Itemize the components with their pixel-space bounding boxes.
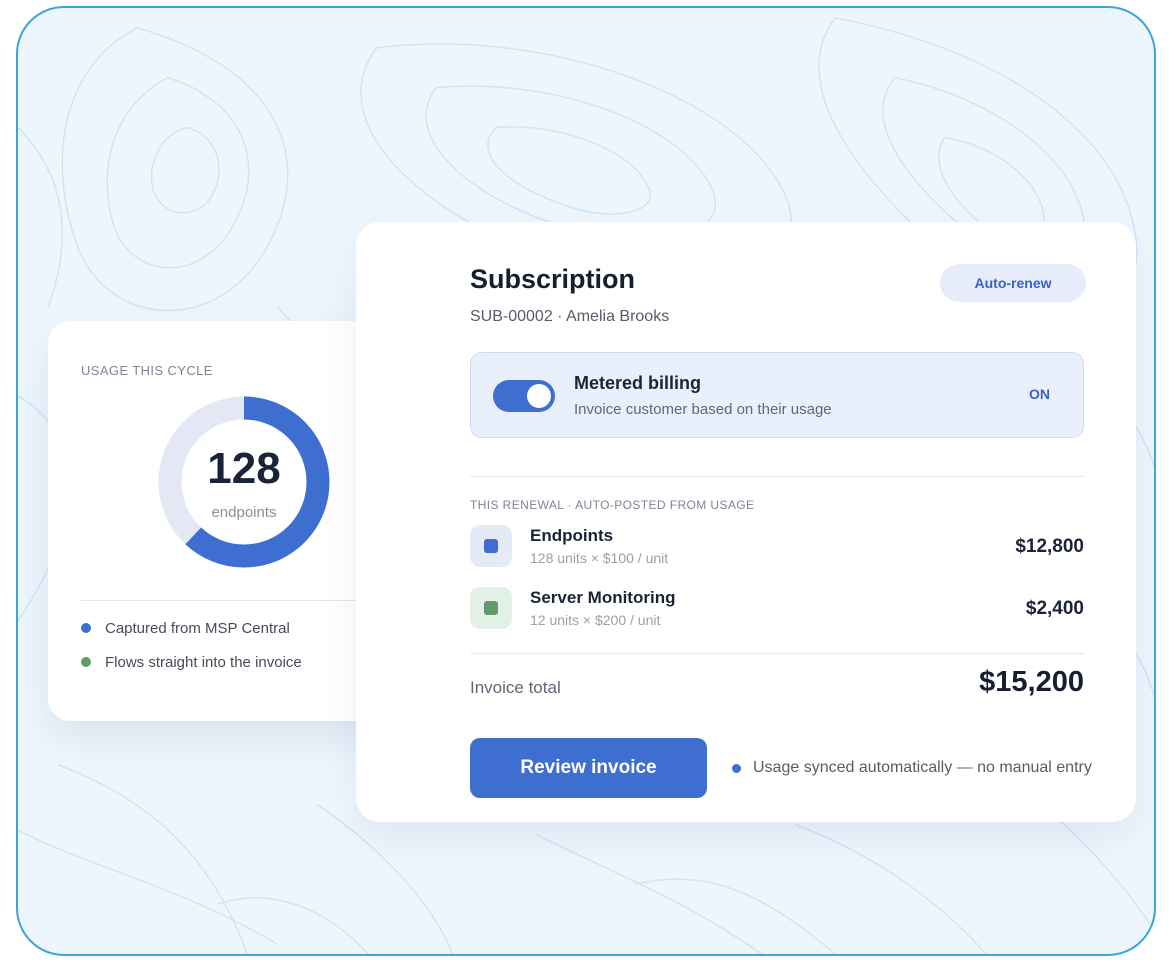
total-divider (470, 653, 1084, 654)
metered-billing-toggle[interactable] (493, 380, 555, 412)
square-green-icon (470, 587, 512, 629)
line-item-endpoints: Endpoints 128 units × $100 / unit $12,80… (470, 525, 1084, 569)
line-item-name: Endpoints (530, 526, 614, 545)
subscription-card: Subscription SUB-00002 · Amelia Brooks A… (356, 222, 1136, 822)
section-divider (470, 476, 1084, 477)
page-title: Subscription (470, 264, 636, 294)
legend-item-captured: Captured from MSP Central (81, 618, 290, 638)
subscription-id: SUB-00002 · Amelia Brooks (470, 308, 670, 325)
line-item-detail: 12 units × $200 / unit (530, 612, 661, 628)
legend-label: Captured from MSP Central (105, 619, 290, 637)
renewal-section-label: THIS RENEWAL · AUTO-POSTED FROM USAGE (470, 498, 755, 512)
line-item-server-monitoring: Server Monitoring 12 units × $200 / unit… (470, 587, 1084, 631)
metered-billing-title: Metered billing (574, 373, 702, 393)
metered-billing-description: Invoice customer based on their usage (574, 401, 832, 418)
review-invoice-button[interactable]: Review invoice (470, 738, 707, 798)
legend-label: Flows straight into the invoice (105, 653, 302, 671)
line-item-name: Server Monitoring (530, 588, 676, 607)
sync-note: Usage synced automatically — no manual e… (732, 759, 1092, 777)
invoice-total-value: $15,200 (979, 666, 1084, 698)
frame: USAGE THIS CYCLE 128 endpoints Captured … (16, 6, 1156, 956)
toggle-knob (527, 384, 551, 408)
usage-divider (81, 600, 403, 601)
auto-renew-badge[interactable]: Auto-renew (940, 264, 1086, 302)
invoice-total-label: Invoice total (470, 678, 561, 697)
usage-unit: endpoints (211, 504, 277, 521)
usage-card-title: USAGE THIS CYCLE (81, 363, 213, 378)
sync-dot-icon (732, 763, 741, 773)
usage-value: 128 (207, 444, 281, 493)
metered-billing-panel: Metered billing Invoice customer based o… (470, 352, 1084, 438)
line-item-detail: 128 units × $100 / unit (530, 550, 669, 566)
metered-billing-state: ON (1029, 386, 1050, 402)
sync-note-text: Usage synced automatically — no manual e… (753, 759, 1092, 776)
square-blue-icon (470, 525, 512, 567)
line-item-amount: $12,800 (1015, 536, 1084, 557)
line-item-amount: $2,400 (1025, 598, 1084, 619)
legend-dot-icon (81, 657, 91, 667)
legend-item-flows: Flows straight into the invoice (81, 652, 302, 672)
legend-dot-icon (81, 623, 91, 633)
